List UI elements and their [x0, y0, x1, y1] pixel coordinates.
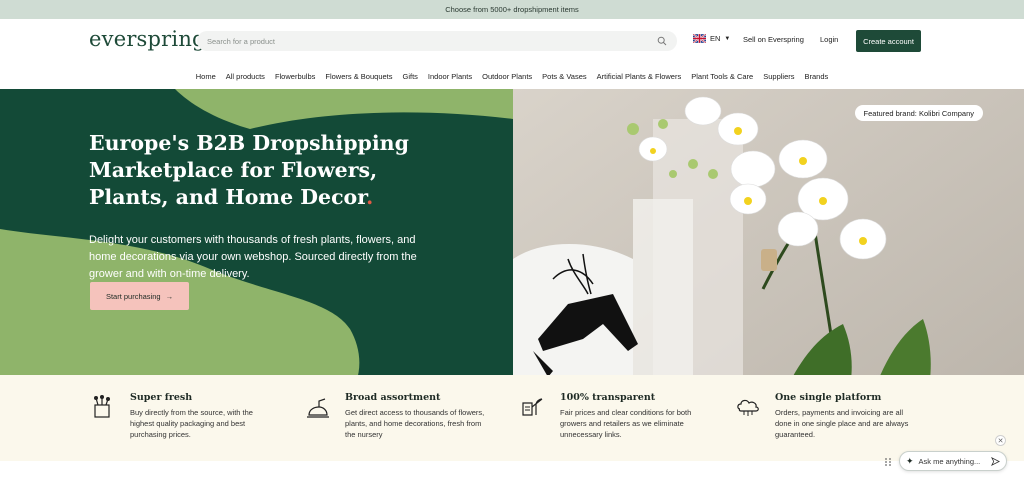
language-label: EN — [710, 34, 721, 43]
uk-flag-icon — [693, 34, 706, 43]
chat-input[interactable]: Ask me anything... — [919, 457, 986, 466]
sell-link[interactable]: Sell on Everspring — [743, 35, 804, 44]
feature-text: Buy directly from the source, with the h… — [130, 408, 253, 439]
send-icon[interactable] — [991, 456, 1000, 466]
start-purchasing-label: Start purchasing — [105, 291, 161, 301]
feature-title: Super fresh — [130, 392, 193, 403]
hero-title-dot: . — [366, 185, 374, 209]
search-input[interactable] — [207, 36, 657, 46]
watering-can-icon — [307, 398, 329, 418]
nav-item-home[interactable]: Home — [196, 72, 216, 81]
arrow-right-icon: → — [165, 291, 174, 301]
feature-title: 100% transparent — [560, 392, 656, 403]
login-link[interactable]: Login — [820, 35, 838, 44]
feature-text: Orders, payments and invoicing are all d… — [775, 408, 909, 439]
create-account-button[interactable]: Create account — [856, 30, 921, 52]
feature-text: Get direct access to thousands of flower… — [345, 408, 485, 439]
chat-widget[interactable]: ✦ Ask me anything... — [899, 451, 1007, 471]
logo[interactable]: everspring — [89, 27, 206, 51]
sparkle-icon: ✦ — [906, 455, 914, 466]
feature-title: One single platform — [775, 392, 882, 403]
site-header: everspring EN ▼ Sell on Everspring Login… — [0, 19, 1024, 63]
chevron-down-icon: ▼ — [724, 35, 731, 42]
page-bottom — [0, 461, 1024, 488]
nav-item-artificial-plants[interactable]: Artificial Plants & Flowers — [597, 72, 682, 81]
nav-item-outdoor-plants[interactable]: Outdoor Plants — [482, 72, 532, 81]
search-bar[interactable] — [197, 31, 677, 51]
chat-close-icon[interactable]: ✕ — [995, 435, 1006, 446]
announcement-text: Choose from 5000+ dropshipment items — [445, 5, 579, 14]
nav-item-indoor-plants[interactable]: Indoor Plants — [428, 72, 472, 81]
cloud-platform-icon — [737, 399, 759, 416]
plant-tag-icon — [522, 398, 543, 416]
feature-title: Broad assortment — [345, 392, 441, 403]
nav-item-suppliers[interactable]: Suppliers — [763, 72, 794, 81]
hero-subtitle: Delight your customers with thousands of… — [89, 234, 417, 280]
drag-handle-icon[interactable] — [884, 457, 892, 467]
nav-item-flowers-bouquets[interactable]: Flowers & Bouquets — [325, 72, 392, 81]
hero-title-text: Europe's B2B Dropshipping Marketplace fo… — [89, 131, 409, 209]
main-nav: Home All products Flowerbulbs Flowers & … — [0, 63, 1024, 89]
nav-item-pots-vases[interactable]: Pots & Vases — [542, 72, 586, 81]
start-purchasing-button[interactable]: Start purchasing → — [90, 282, 189, 310]
nav-item-all-products[interactable]: All products — [226, 72, 265, 81]
hero-title: Europe's B2B Dropshipping Marketplace fo… — [89, 130, 449, 211]
features-section: Super fresh Buy directly from the source… — [0, 375, 1024, 461]
nav-item-gifts[interactable]: Gifts — [403, 72, 418, 81]
language-selector[interactable]: EN ▼ — [693, 34, 730, 43]
featured-brand-badge[interactable]: Featured brand: Kolibri Company — [854, 105, 983, 121]
announcement-bar: Choose from 5000+ dropshipment items — [0, 0, 1024, 19]
feature-text: Fair prices and clear conditions for bot… — [560, 408, 692, 439]
nav-item-brands[interactable]: Brands — [805, 72, 829, 81]
bouquet-box-icon — [94, 395, 110, 418]
nav-item-plant-tools[interactable]: Plant Tools & Care — [691, 72, 753, 81]
search-icon[interactable] — [657, 36, 667, 46]
nav-item-flowerbulbs[interactable]: Flowerbulbs — [275, 72, 315, 81]
